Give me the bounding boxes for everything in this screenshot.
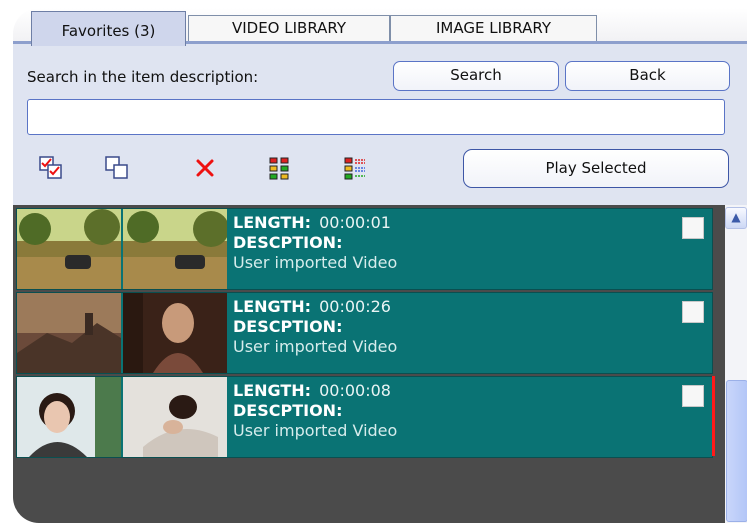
scroll-thumb[interactable]: [726, 380, 747, 522]
item-checkbox[interactable]: [682, 385, 704, 407]
description-value: User imported Video: [233, 421, 398, 440]
back-button[interactable]: Back: [565, 61, 730, 91]
length-value: 00:00:01: [319, 213, 391, 232]
video-thumbnail: [17, 293, 121, 373]
description-label: DESCPTION:: [233, 317, 343, 336]
length-label: LENGTH:: [233, 213, 312, 232]
favorites-panel: Favorites (3) VIDEO LIBRARY IMAGE LIBRAR…: [13, 8, 747, 523]
video-meta: LENGTH: 00:00:08 DESCPTION: User imported…: [233, 381, 397, 441]
length-value: 00:00:08: [319, 381, 391, 400]
description-value: User imported Video: [233, 253, 398, 272]
video-thumbnail: [123, 377, 227, 457]
video-thumbnail: [123, 293, 227, 373]
video-item-3[interactable]: LENGTH: 00:00:08 DESCPTION: User imported…: [16, 376, 713, 458]
selection-indicator: [712, 376, 715, 456]
delete-icon[interactable]: [193, 156, 217, 180]
deselect-icon[interactable]: [105, 156, 129, 180]
search-label: Search in the item description:: [27, 68, 259, 86]
tab-image-library[interactable]: IMAGE LIBRARY: [390, 15, 597, 42]
description-label: DESCPTION:: [233, 401, 343, 420]
video-meta: LENGTH: 00:00:01 DESCPTION: User imported…: [233, 213, 397, 273]
video-thumbnail: [17, 377, 121, 457]
item-checkbox[interactable]: [682, 217, 704, 239]
scroll-up-icon[interactable]: ▲: [725, 207, 747, 229]
grid-view-icon[interactable]: [268, 156, 292, 180]
search-button[interactable]: Search: [393, 61, 559, 91]
video-item-1[interactable]: LENGTH: 00:00:01 DESCPTION: User imported…: [16, 208, 713, 290]
video-meta: LENGTH: 00:00:26 DESCPTION: User imported…: [233, 297, 397, 357]
description-value: User imported Video: [233, 337, 398, 356]
item-checkbox[interactable]: [682, 301, 704, 323]
length-value: 00:00:26: [319, 297, 391, 316]
video-item-2[interactable]: LENGTH: 00:00:26 DESCPTION: User imported…: [16, 292, 713, 374]
description-label: DESCPTION:: [233, 233, 343, 252]
search-toolbar-area: Search in the item description: Search B…: [13, 44, 747, 205]
length-label: LENGTH:: [233, 297, 312, 316]
search-input[interactable]: [27, 99, 725, 135]
video-thumbnail: [123, 209, 227, 289]
scrollbar[interactable]: ▲: [725, 205, 747, 523]
play-selected-button[interactable]: Play Selected: [463, 149, 729, 188]
select-all-icon[interactable]: [39, 156, 63, 180]
list-view-icon[interactable]: [343, 156, 367, 180]
tab-favorites[interactable]: Favorites (3): [31, 11, 186, 46]
video-thumbnail: [17, 209, 121, 289]
video-list: LENGTH: 00:00:01 DESCPTION: User imported…: [13, 205, 725, 523]
length-label: LENGTH:: [233, 381, 312, 400]
tab-video-library[interactable]: VIDEO LIBRARY: [188, 15, 390, 42]
